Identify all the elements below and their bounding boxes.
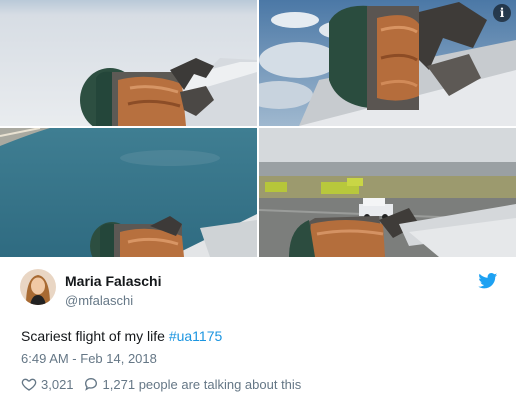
info-icon[interactable]: i	[493, 4, 511, 22]
talking-about-link[interactable]: 1,271 people are talking about this	[103, 377, 302, 392]
tweet-card: Maria Falaschi @mfalaschi Scariest fligh…	[0, 257, 516, 404]
tweet-timestamp[interactable]: 6:49 AM - Feb 14, 2018	[21, 351, 157, 366]
reply-bubble-icon[interactable]	[83, 376, 99, 392]
photo-engine-runway[interactable]	[259, 128, 516, 257]
heart-icon[interactable]	[21, 376, 37, 392]
photo-engine-clouds[interactable]	[0, 0, 257, 126]
avatar[interactable]	[20, 269, 56, 305]
author-name[interactable]: Maria Falaschi	[65, 273, 162, 289]
twitter-bird-icon[interactable]	[478, 273, 498, 289]
media-grid: i	[0, 0, 516, 257]
like-count[interactable]: 3,021	[41, 377, 74, 392]
photo-engine-ocean[interactable]	[0, 128, 257, 257]
author-handle[interactable]: @mfalaschi	[65, 293, 133, 308]
tweet-text-body: Scariest flight of my life	[21, 328, 169, 344]
hashtag-link[interactable]: #ua1175	[169, 328, 222, 344]
photo-engine-closeup[interactable]: i	[259, 0, 516, 126]
tweet-actions: 3,021 1,271 people are talking about thi…	[21, 375, 301, 393]
tweet-text: Scariest flight of my life #ua1175	[21, 328, 222, 344]
